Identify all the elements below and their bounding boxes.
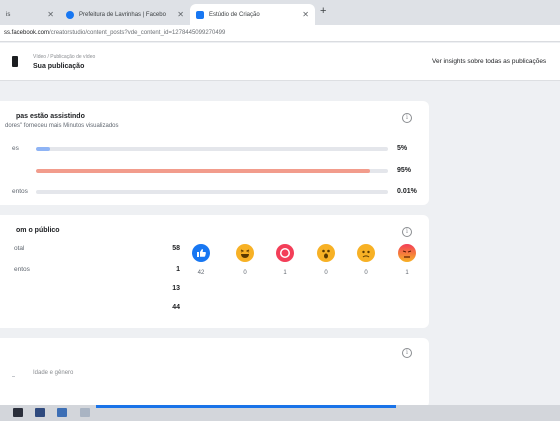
close-tab-icon[interactable]: ✕	[177, 10, 184, 19]
tab-title: is	[6, 11, 11, 18]
new-tab-icon[interactable]: +	[320, 5, 326, 17]
tab-title: Estúdio de Criação	[209, 11, 260, 18]
tab-age-gender[interactable]: Idade e gênero	[33, 370, 73, 376]
close-tab-icon[interactable]: ✕	[302, 10, 309, 19]
close-tab-icon[interactable]: ✕	[47, 10, 54, 19]
address-bar[interactable]: ss.facebook.com/creatorstudio/content_po…	[0, 25, 560, 42]
row-label: es	[12, 145, 19, 152]
insights-link[interactable]: Ver insights sobre todas as publicações	[432, 58, 546, 65]
browser-tab-bar: is ✕ Prefeitura de Lavrinhas | Facebo ✕ …	[0, 0, 560, 25]
reaction-count: 0	[324, 270, 328, 276]
browser-tab-active[interactable]: Estúdio de Criação ✕	[190, 4, 315, 25]
demographics-card: i Idade e gênero	[0, 338, 429, 408]
sad-reaction-icon	[357, 244, 375, 262]
page-title: Sua publicação	[33, 63, 85, 70]
progress-track	[36, 169, 388, 173]
progress-fill	[36, 169, 371, 173]
reaction-count: 0	[364, 270, 368, 276]
love-reaction-icon	[276, 244, 294, 262]
row-label: entos	[12, 188, 28, 195]
facebook-icon	[66, 10, 74, 19]
reaction-count: 1	[405, 270, 409, 276]
reaction-count: 1	[283, 270, 287, 276]
phone-video-icon	[12, 56, 18, 67]
taskbar-app-icon[interactable]	[13, 408, 23, 417]
card-title: om o público	[16, 227, 60, 234]
card-title: pas estão assistindo	[16, 113, 85, 120]
url-domain: ss.facebook.com	[4, 30, 50, 36]
stat-value: 44	[172, 304, 180, 311]
info-icon[interactable]: i	[402, 227, 412, 237]
stat-label: otal	[14, 245, 25, 252]
stat-value: 1	[176, 266, 180, 273]
taskbar-app-icon[interactable]	[35, 408, 45, 417]
taskbar-active-indicator	[96, 405, 396, 408]
stat-value: 13	[172, 285, 180, 292]
tab-title: Prefeitura de Lavrinhas | Facebo	[79, 11, 166, 18]
os-taskbar	[0, 405, 560, 421]
progress-track	[36, 147, 388, 151]
progress-track	[36, 190, 388, 194]
reaction-count: 42	[197, 270, 205, 276]
url-path: /creatorstudio/content_posts?vde_content…	[49, 30, 226, 36]
row-percent: 0.01%	[397, 188, 417, 195]
like-reaction-icon	[192, 244, 210, 262]
info-icon[interactable]: i	[402, 348, 412, 358]
haha-reaction-icon	[236, 244, 254, 262]
progress-fill	[36, 147, 50, 151]
wow-reaction-icon	[317, 244, 335, 262]
watching-card: pas estão assistindo dores" forneceu mai…	[0, 101, 429, 205]
angry-reaction-icon	[398, 244, 416, 262]
card-subtitle: dores" forneceu mais Minutos visualizado…	[5, 123, 119, 129]
row-percent: 95%	[397, 167, 412, 174]
taskbar-app-icon[interactable]	[57, 408, 67, 417]
browser-tab[interactable]: is ✕	[0, 4, 60, 25]
row-percent: 5%	[397, 145, 408, 152]
stat-value: 58	[172, 245, 180, 252]
page-header: Vídeo / Publicação de vídeo Sua publicaç…	[0, 43, 560, 81]
info-icon[interactable]: i	[402, 113, 412, 123]
creator-studio-icon	[196, 10, 204, 19]
divider	[12, 376, 15, 377]
browser-tab[interactable]: Prefeitura de Lavrinhas | Facebo ✕	[60, 4, 190, 25]
stat-label: entos	[14, 266, 30, 273]
breadcrumb[interactable]: Vídeo / Publicação de vídeo	[33, 54, 95, 60]
reaction-count: 0	[243, 270, 247, 276]
taskbar-app-icon[interactable]	[80, 408, 90, 417]
